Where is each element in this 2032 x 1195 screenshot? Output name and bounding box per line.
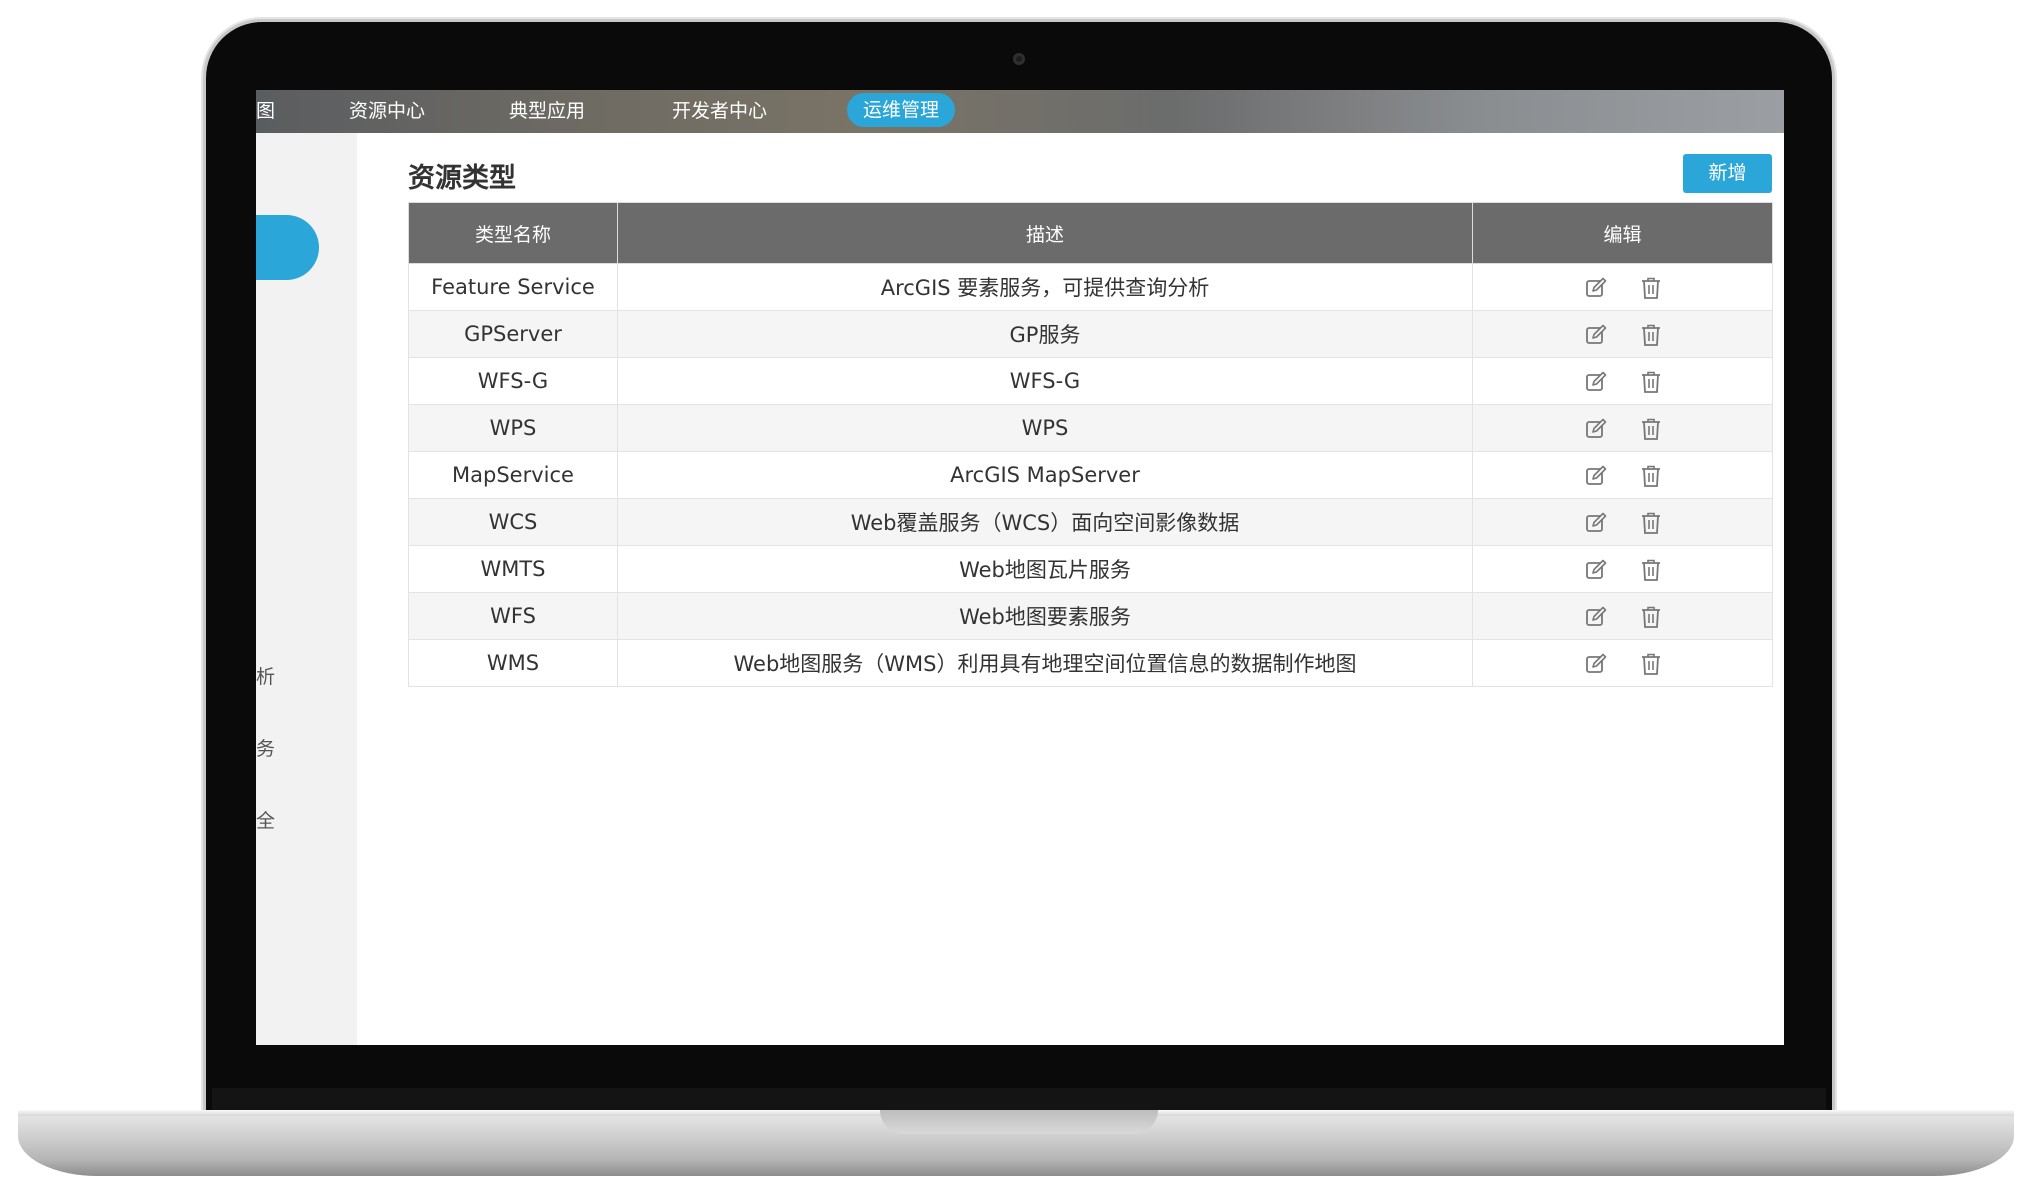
cell-description: ArcGIS 要素服务，可提供查询分析 (617, 263, 1473, 311)
page-title: 资源类型 (408, 163, 516, 194)
cell-description: WFS-G (617, 357, 1473, 405)
cell-type-name: MapService (408, 451, 618, 499)
table-row: WMS Web地图服务（WMS）利用具有地理空间位置信息的数据制作地图 (408, 639, 1773, 687)
cell-description: Web地图要素服务 (617, 592, 1473, 640)
sidebar-item-service[interactable]: 务 (256, 734, 275, 761)
nav-item-resource-center[interactable]: 资源中心 (349, 90, 425, 133)
cell-type-name: GPServer (408, 310, 618, 358)
cell-description: Web地图服务（WMS）利用具有地理空间位置信息的数据制作地图 (617, 639, 1473, 687)
cell-description: GP服务 (617, 310, 1473, 358)
trash-icon[interactable] (1640, 652, 1662, 676)
cell-actions (1472, 545, 1773, 593)
laptop-notch (880, 1110, 1158, 1134)
sidebar-item-security[interactable]: 全 (256, 806, 275, 833)
cell-description: Web覆盖服务（WCS）面向空间影像数据 (617, 498, 1473, 546)
table-row: WMTS Web地图瓦片服务 (408, 545, 1773, 593)
edit-icon[interactable] (1584, 511, 1608, 535)
cell-actions (1472, 592, 1773, 640)
nav-item-ops-management[interactable]: 运维管理 (847, 93, 956, 127)
edit-icon[interactable] (1584, 605, 1608, 629)
trash-icon[interactable] (1640, 558, 1662, 582)
resource-type-table: 类型名称 描述 编辑 Feature Service ArcGIS 要素服务，可提… (408, 202, 1773, 687)
edit-icon[interactable] (1584, 652, 1608, 676)
trash-icon[interactable] (1640, 370, 1662, 394)
cell-actions (1472, 357, 1773, 405)
cell-type-name: WFS (408, 592, 618, 640)
cell-type-name: WFS-G (408, 357, 618, 405)
cell-actions (1472, 498, 1773, 546)
cell-description: Web地图瓦片服务 (617, 545, 1473, 593)
cell-type-name: WMS (408, 639, 618, 687)
cell-actions (1472, 639, 1773, 687)
table-row: WFS Web地图要素服务 (408, 592, 1773, 640)
table-row: Feature Service ArcGIS 要素服务，可提供查询分析 (408, 263, 1773, 311)
trash-icon[interactable] (1640, 276, 1662, 300)
cell-type-name: WMTS (408, 545, 618, 593)
edit-icon[interactable] (1584, 417, 1608, 441)
trash-icon[interactable] (1640, 417, 1662, 441)
top-nav-bar: 图 资源中心 典型应用 开发者中心 运维管理 (256, 90, 1784, 133)
camera-icon (1013, 53, 1025, 65)
table-row: GPServer GP服务 (408, 310, 1773, 358)
screen: 图 资源中心 典型应用 开发者中心 运维管理 析 务 全 资源类型 新增 类型名… (256, 90, 1784, 1045)
nav-item-partial[interactable]: 图 (256, 90, 275, 133)
table-header-row: 类型名称 描述 编辑 (408, 202, 1773, 264)
sidebar-item-analysis[interactable]: 析 (256, 662, 275, 689)
cell-description: WPS (617, 404, 1473, 452)
edit-icon[interactable] (1584, 370, 1608, 394)
trash-icon[interactable] (1640, 323, 1662, 347)
sidebar: 析 务 全 (256, 133, 357, 1045)
cell-type-name: Feature Service (408, 263, 618, 311)
column-header-type-name: 类型名称 (408, 202, 618, 264)
column-header-edit: 编辑 (1472, 202, 1773, 264)
edit-icon[interactable] (1584, 323, 1608, 347)
cell-actions (1472, 263, 1773, 311)
cell-actions (1472, 451, 1773, 499)
nav-item-developer-center[interactable]: 开发者中心 (672, 90, 767, 133)
cell-type-name: WCS (408, 498, 618, 546)
column-header-description: 描述 (617, 202, 1473, 264)
trash-icon[interactable] (1640, 464, 1662, 488)
cell-actions (1472, 310, 1773, 358)
trash-icon[interactable] (1640, 605, 1662, 629)
cell-actions (1472, 404, 1773, 452)
trash-icon[interactable] (1640, 511, 1662, 535)
add-button[interactable]: 新增 (1683, 154, 1772, 193)
edit-icon[interactable] (1584, 558, 1608, 582)
cell-description: ArcGIS MapServer (617, 451, 1473, 499)
edit-icon[interactable] (1584, 464, 1608, 488)
table-row: WFS-G WFS-G (408, 357, 1773, 405)
cell-type-name: WPS (408, 404, 618, 452)
nav-item-typical-apps[interactable]: 典型应用 (509, 90, 585, 133)
table-row: WPS WPS (408, 404, 1773, 452)
edit-icon[interactable] (1584, 276, 1608, 300)
sidebar-active-item[interactable] (256, 215, 319, 280)
table-row: MapService ArcGIS MapServer (408, 451, 1773, 499)
table-row: WCS Web覆盖服务（WCS）面向空间影像数据 (408, 498, 1773, 546)
